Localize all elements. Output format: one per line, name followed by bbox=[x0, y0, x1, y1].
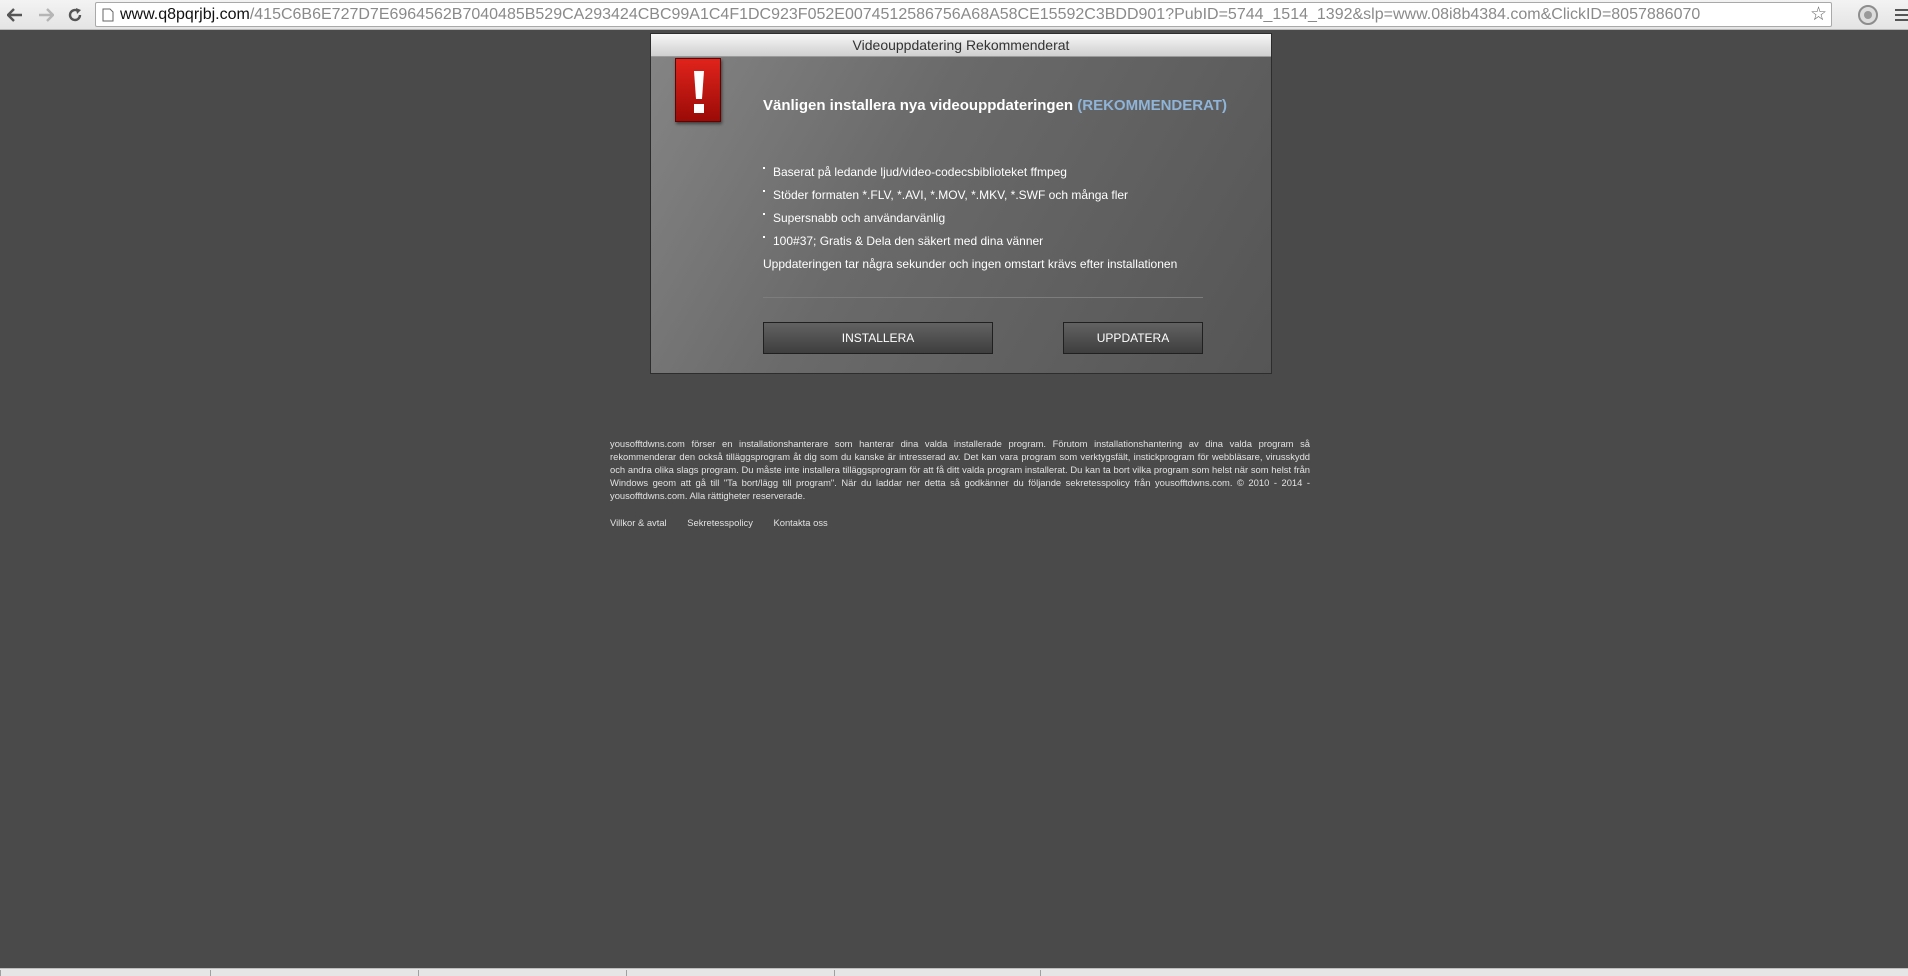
headline-text: Vänligen installera nya videouppdatering… bbox=[763, 97, 1074, 114]
url-path: /415C6B6E727D7E6964562B7040485B529CA2934… bbox=[249, 6, 1701, 23]
bottom-status-bar bbox=[0, 968, 1908, 976]
terms-link[interactable]: Villkor & avtal bbox=[610, 517, 667, 528]
footer-disclaimer: yousofftdwns.com förser en installations… bbox=[610, 438, 1310, 501]
exclamation-alert-icon bbox=[675, 58, 721, 122]
divider bbox=[763, 297, 1203, 298]
url-text[interactable]: www.q8pqrjbj.com/415C6B6E727D7E6964562B7… bbox=[120, 6, 1700, 24]
headline-recommended: (REKOMMENDERAT) bbox=[1077, 97, 1227, 114]
list-item: Baserat på ledande ljud/video-codecsbibl… bbox=[763, 164, 1128, 187]
privacy-link[interactable]: Sekretesspolicy bbox=[687, 517, 753, 528]
extension-icon[interactable] bbox=[1858, 5, 1878, 25]
url-domain: www.q8pqrjbj.com bbox=[120, 6, 250, 23]
reload-icon[interactable] bbox=[63, 3, 87, 27]
install-button[interactable]: INSTALLERA bbox=[763, 322, 993, 354]
feature-list: Baserat på ledande ljud/video-codecsbibl… bbox=[763, 164, 1128, 256]
page-icon bbox=[102, 8, 114, 22]
contact-link[interactable]: Kontakta oss bbox=[774, 517, 828, 528]
dialog-title: Videouppdatering Rekommenderat bbox=[651, 34, 1271, 57]
forward-arrow-icon[interactable] bbox=[34, 3, 58, 27]
list-item: Supersnabb och användarvänlig bbox=[763, 210, 1128, 233]
list-item: Stöder formaten *.FLV, *.AVI, *.MOV, *.M… bbox=[763, 187, 1128, 210]
browser-toolbar: www.q8pqrjbj.com/415C6B6E727D7E6964562B7… bbox=[0, 0, 1908, 30]
star-icon[interactable]: ☆ bbox=[1810, 5, 1827, 25]
list-item: 100#37; Gratis & Dela den säkert med din… bbox=[763, 233, 1128, 256]
dialog-headline: Vänligen installera nya videouppdatering… bbox=[763, 97, 1227, 114]
update-dialog: Videouppdatering Rekommenderat Vänligen … bbox=[650, 33, 1272, 374]
update-button[interactable]: UPPDATERA bbox=[1063, 322, 1203, 354]
address-bar[interactable]: www.q8pqrjbj.com/415C6B6E727D7E6964562B7… bbox=[95, 2, 1832, 27]
install-note: Uppdateringen tar några sekunder och ing… bbox=[763, 257, 1178, 271]
back-arrow-icon[interactable] bbox=[3, 3, 27, 27]
menu-icon[interactable] bbox=[1895, 9, 1908, 24]
footer-links: Villkor & avtal Sekretesspolicy Kontakta… bbox=[610, 517, 846, 528]
